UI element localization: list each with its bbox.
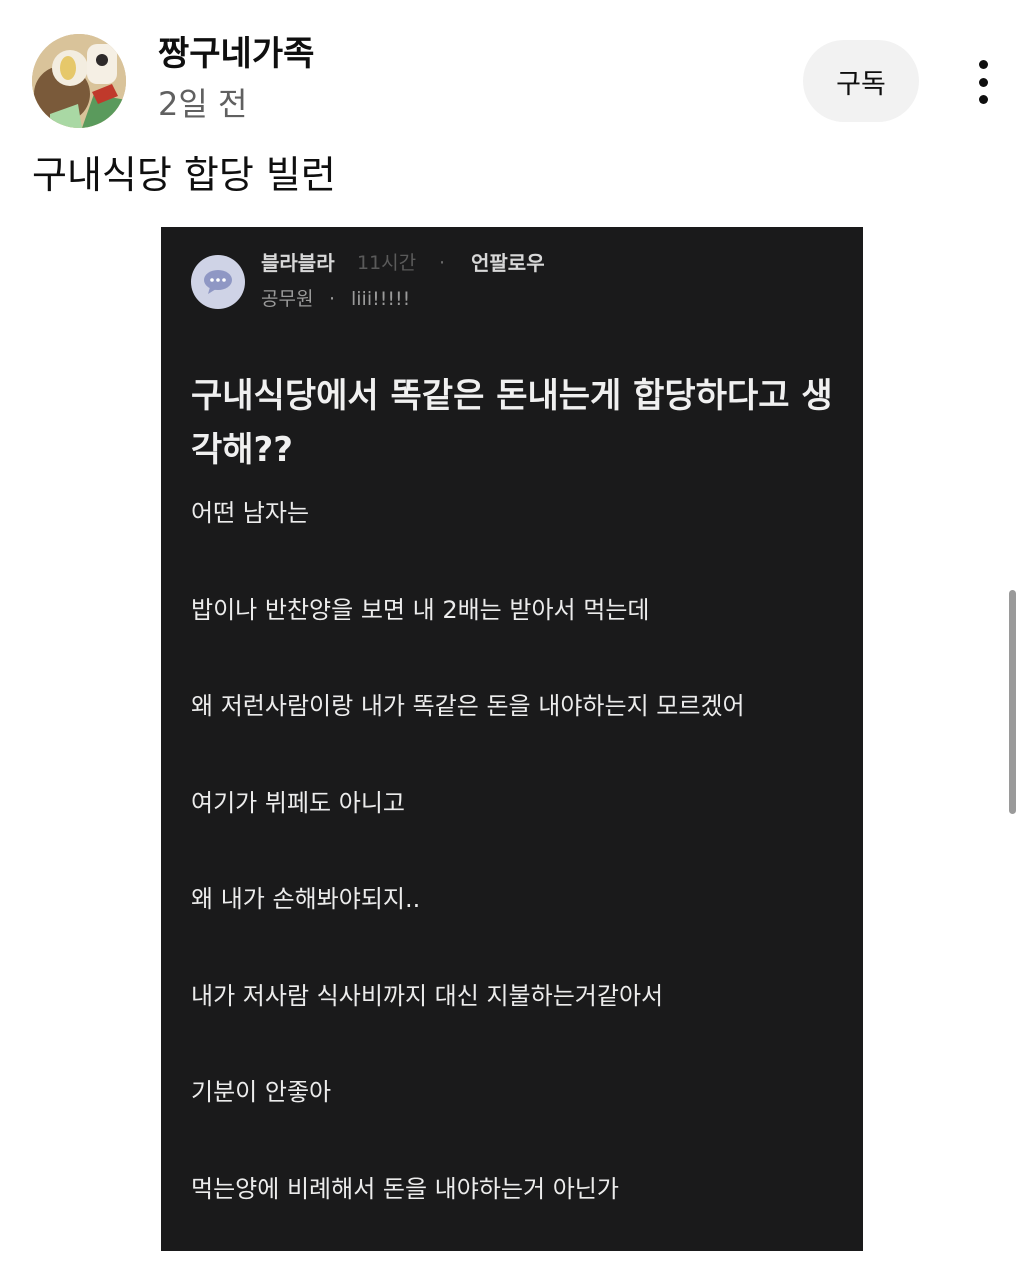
body-line: 왜 내가 손해봐야되지.. bbox=[191, 885, 421, 913]
image-time: 11시간 bbox=[357, 252, 417, 274]
image-separator: · bbox=[439, 252, 446, 274]
image-author: 블라블라 bbox=[261, 251, 335, 275]
image-separator-2: · bbox=[329, 288, 336, 310]
body-line: 여기가 뷔페도 아니고 bbox=[191, 788, 405, 817]
scrollbar[interactable] bbox=[1009, 590, 1016, 814]
channel-avatar[interactable] bbox=[32, 34, 126, 128]
subscribe-button[interactable]: 구독 bbox=[803, 40, 919, 122]
post-text: 구내식당 합당 빌런 bbox=[32, 153, 336, 197]
body-line: 어떤 남자는 bbox=[191, 499, 310, 527]
body-line: 밥이나 반찬양을 보면 내 2배는 받아서 먹는데 bbox=[191, 595, 650, 624]
more-dot bbox=[978, 77, 988, 87]
more-dot bbox=[978, 60, 988, 69]
body-line: 기분이 안좋아 bbox=[191, 1078, 332, 1106]
image-body: 어떤 남자는 밥이나 반찬양을 보면 내 2배는 받아서 먹는데 왜 저런사람이… bbox=[191, 493, 745, 1251]
post-image[interactable]: 블라블라 11시간 · 언팔로우 공무원 · liii!!!!! 구내식당에서 … bbox=[161, 227, 863, 1251]
body-line: 왜 저런사람이랑 내가 똑같은 돈을 내야하는지 모르겠어 bbox=[191, 692, 745, 720]
post-page: 짱구네가족 2일 전 구독 구내식당 합당 빌런 블라블라 11시간 · 언팔로… bbox=[0, 0, 1024, 1264]
more-dot bbox=[978, 95, 988, 104]
channel-name[interactable]: 짱구네가족 bbox=[158, 34, 314, 74]
image-title: 구내식당에서 똑같은 돈내는게 합당하다고 생각해?? bbox=[191, 376, 833, 470]
more-options-icon[interactable] bbox=[962, 56, 1004, 108]
chat-bubble-icon bbox=[191, 255, 245, 309]
image-nickname: liii!!!!! bbox=[351, 288, 411, 310]
body-line: 내가 저사람 식사비까지 대신 지불하는거같아서 bbox=[191, 981, 664, 1010]
image-job: 공무원 bbox=[261, 288, 314, 310]
avatar-illustration bbox=[32, 34, 126, 128]
image-unfollow: 언팔로우 bbox=[471, 251, 545, 275]
body-line: 먹는양에 비례해서 돈을 내야하는거 아닌가 bbox=[191, 1174, 619, 1203]
post-time: 2일 전 bbox=[158, 85, 248, 123]
